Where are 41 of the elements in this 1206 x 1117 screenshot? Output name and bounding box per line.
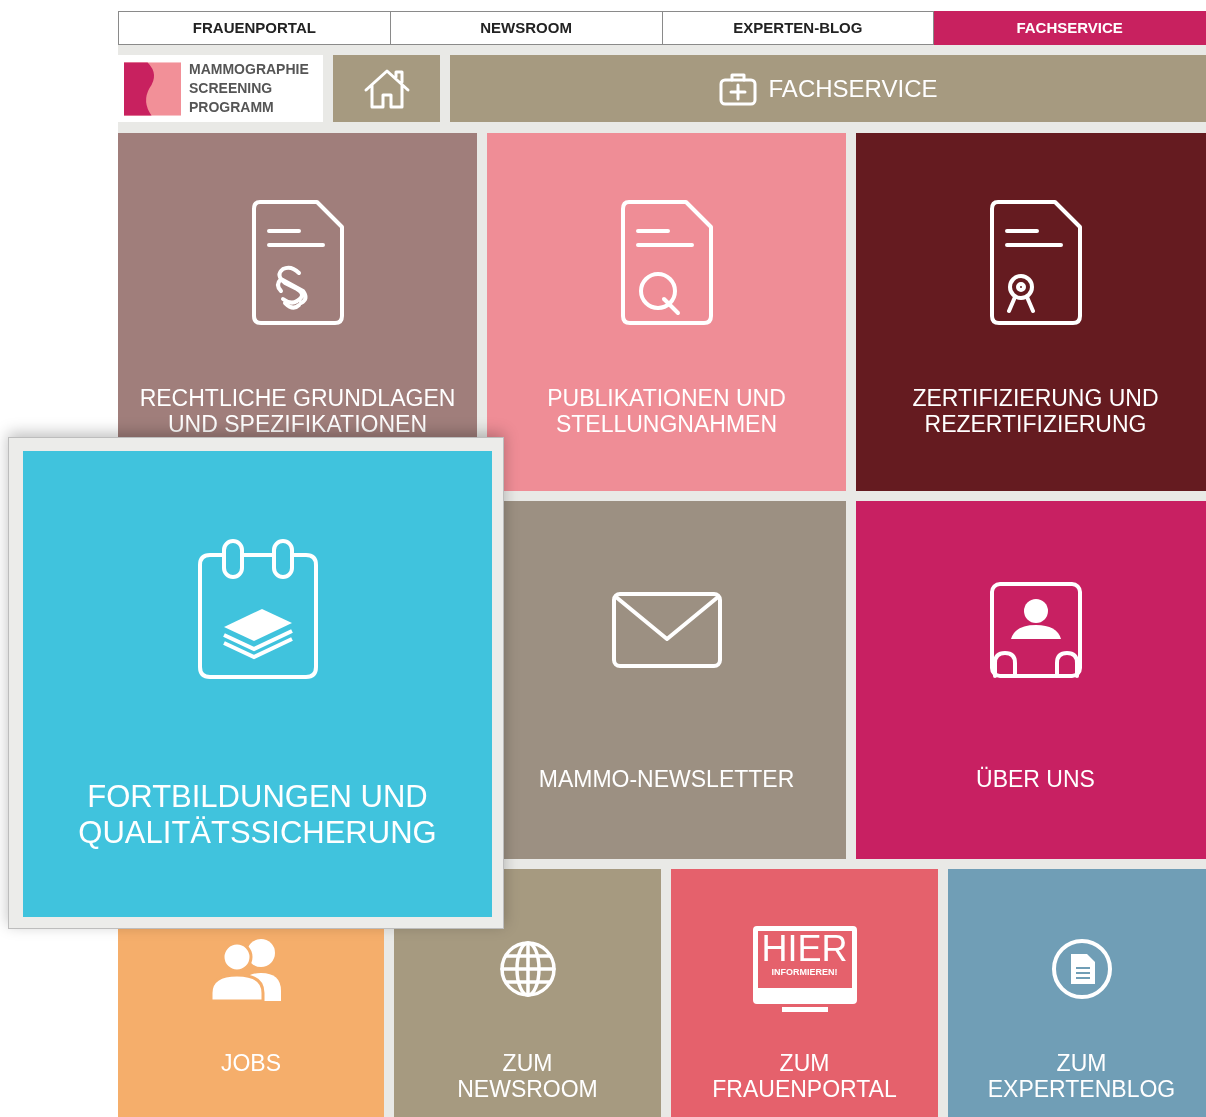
menu-tile[interactable]: ZUM NEWSROOM bbox=[394, 869, 661, 1117]
document-icon bbox=[619, 198, 714, 326]
screen-headline: HIER bbox=[761, 931, 848, 967]
envelope-icon bbox=[610, 591, 723, 669]
logo[interactable]: MAMMOGRAPHIE SCREENING PROGRAMM bbox=[118, 55, 323, 122]
tile-label: ZUM FRAUENPORTAL bbox=[711, 1050, 898, 1102]
home-icon bbox=[362, 67, 411, 110]
menu-tile[interactable]: ZUM EXPERTENBLOG bbox=[948, 869, 1206, 1117]
tile-label: ZUM NEWSROOM bbox=[456, 1050, 599, 1102]
nav-tab[interactable]: FRAUENPORTAL bbox=[118, 11, 391, 45]
nav-tab[interactable]: EXPERTEN-BLOG bbox=[662, 11, 935, 45]
screen-caption: INFORMIEREN! bbox=[771, 967, 838, 977]
logo-text: PROGRAMM bbox=[189, 98, 275, 117]
globe-icon bbox=[497, 939, 558, 999]
menu-tile[interactable]: ÜBER UNS bbox=[856, 501, 1206, 859]
tile-label: ZERTIFIZIERUNG UND REZERTIFIZIERUNG bbox=[912, 385, 1159, 437]
tile-label: FORTBILDUNGEN UND QUALITÄTSSICHERUNG bbox=[77, 779, 438, 851]
certificate-document-icon bbox=[988, 198, 1083, 326]
tile-label: MAMMO-NEWSLETTER bbox=[538, 766, 795, 792]
person-card-icon bbox=[988, 581, 1083, 679]
tile-label: ÜBER UNS bbox=[976, 766, 1095, 792]
tile-label: RECHTLICHE GRUNDLAGEN UND SPEZIFIKATIONEN bbox=[139, 385, 456, 437]
menu-tile[interactable]: PUBLIKATIONEN UND STELLUNGNAHMEN bbox=[487, 133, 846, 491]
logo-mark-icon bbox=[124, 61, 181, 116]
tile-label: PUBLIKATIONEN UND STELLUNGNAHMEN bbox=[547, 385, 786, 437]
paragraph-document-icon bbox=[250, 198, 345, 326]
tile-label: ZUM EXPERTENBLOG bbox=[986, 1050, 1177, 1102]
logo-text: MAMMOGRAPHIE bbox=[189, 60, 310, 79]
monitor-stand bbox=[781, 1007, 828, 1012]
medical-kit-icon bbox=[718, 71, 757, 106]
logo-text: SCREENING bbox=[189, 79, 274, 98]
nav-tab[interactable]: FACHSERVICE bbox=[934, 11, 1206, 45]
nav-tab[interactable]: NEWSROOM bbox=[390, 11, 663, 45]
menu-tile[interactable]: HIER INFORMIEREN! ZUM FRAUENPORTAL bbox=[671, 869, 938, 1117]
calendar-books-icon bbox=[195, 537, 320, 681]
tile-label: JOBS bbox=[219, 1050, 283, 1076]
home-button[interactable] bbox=[333, 55, 440, 122]
menu-tile[interactable]: FORTBILDUNGEN UND QUALITÄTSSICHERUNG bbox=[23, 451, 492, 917]
document-circle-icon bbox=[1050, 938, 1113, 1000]
menu-tile[interactable]: ZERTIFIZIERUNG UND REZERTIFIZIERUNG bbox=[856, 133, 1206, 491]
section-title: FACHSERVICE bbox=[768, 73, 938, 104]
